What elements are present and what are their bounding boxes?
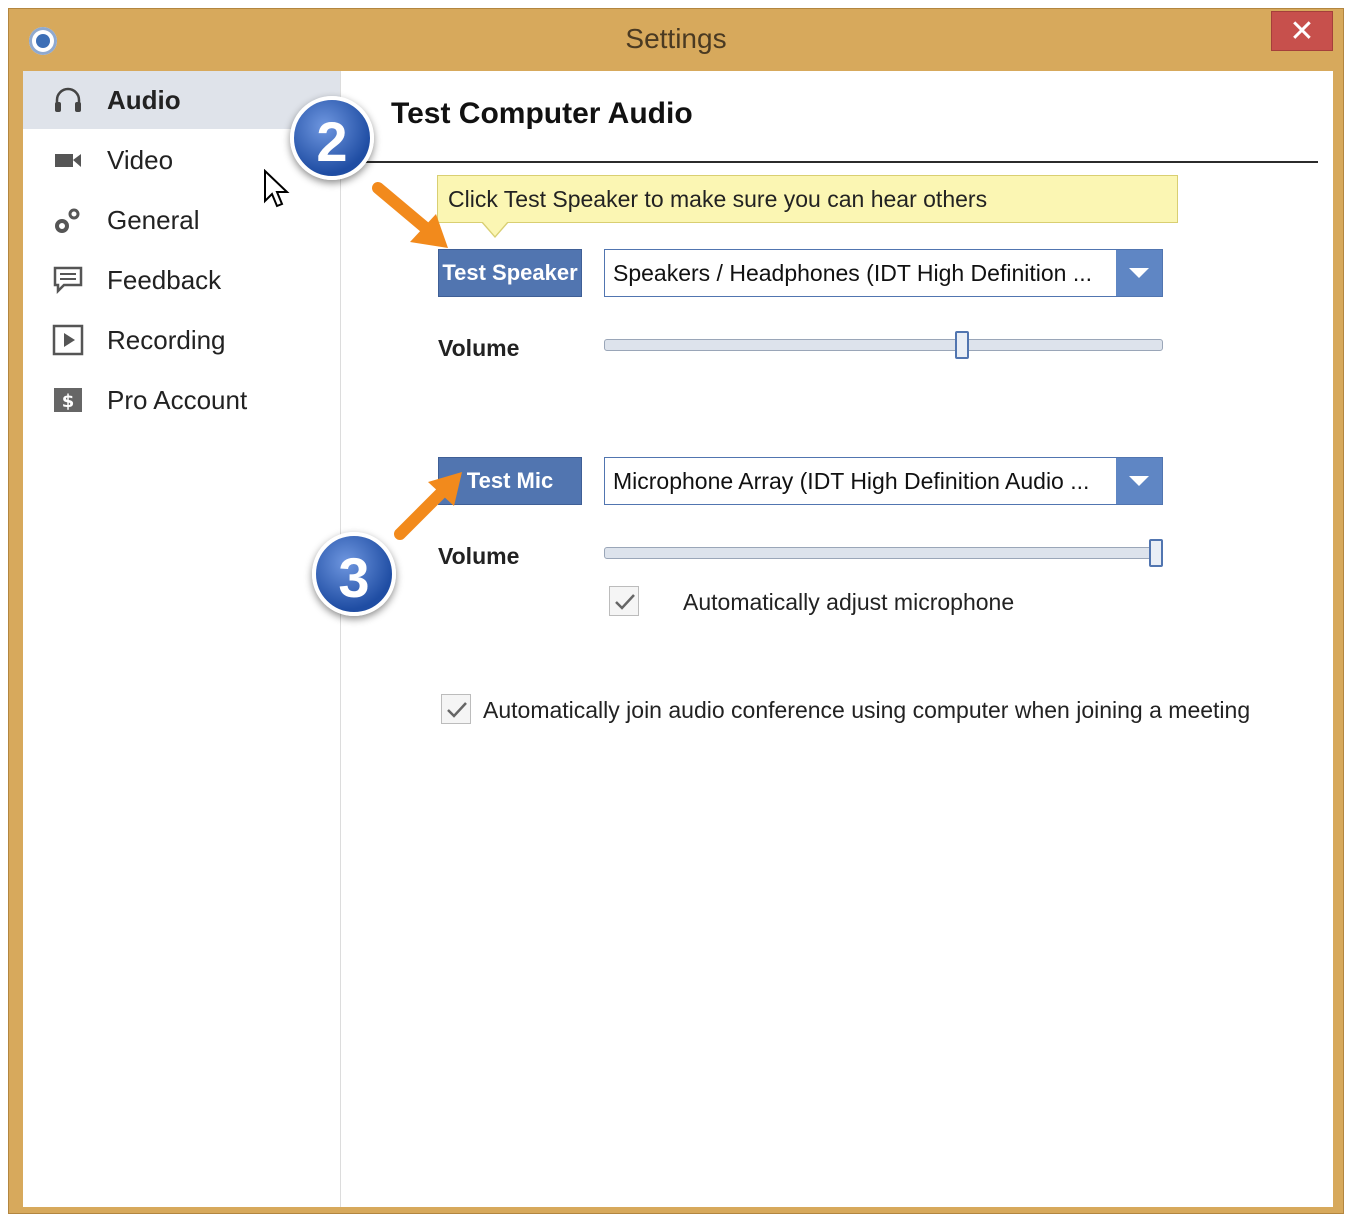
microphone-select-value: Microphone Array (IDT High Definition Au… bbox=[613, 468, 1090, 494]
main-panel: Test Computer Audio Click Test Speaker t… bbox=[341, 71, 1333, 1207]
camera-icon bbox=[51, 143, 85, 177]
tooltip-tail bbox=[481, 221, 509, 238]
sidebar-item-pro-account[interactable]: $ Pro Account bbox=[23, 371, 340, 429]
play-icon bbox=[51, 323, 85, 357]
sidebar-item-feedback[interactable]: Feedback bbox=[23, 251, 340, 309]
checkmark-icon bbox=[447, 702, 467, 718]
settings-window: Settings ✕ Audio Video General Feedback … bbox=[8, 8, 1344, 1214]
title-divider bbox=[341, 161, 1318, 163]
page-title: Test Computer Audio bbox=[391, 97, 693, 130]
headphones-icon bbox=[51, 83, 85, 117]
sidebar-item-audio[interactable]: Audio bbox=[23, 71, 340, 129]
slider-thumb[interactable] bbox=[1149, 539, 1163, 567]
client-area: Audio Video General Feedback Recording $… bbox=[23, 71, 1333, 1207]
speech-bubble-icon bbox=[51, 263, 85, 297]
slider-track[interactable] bbox=[604, 547, 1163, 559]
auto-join-audio-checkbox[interactable] bbox=[441, 694, 471, 724]
chevron-down-icon[interactable] bbox=[1116, 250, 1162, 296]
sidebar-item-label: Feedback bbox=[107, 265, 222, 295]
sidebar-item-label: Pro Account bbox=[107, 385, 248, 415]
dollar-icon: $ bbox=[51, 383, 85, 417]
sidebar-item-label: General bbox=[107, 205, 200, 235]
gears-icon bbox=[51, 203, 85, 237]
mouse-cursor-icon bbox=[264, 169, 290, 208]
tooltip: Click Test Speaker to make sure you can … bbox=[437, 175, 1178, 223]
title-bar[interactable]: Settings ✕ bbox=[9, 9, 1343, 71]
sidebar-item-label: Recording bbox=[107, 325, 226, 355]
speaker-select-value: Speakers / Headphones (IDT High Definiti… bbox=[613, 260, 1092, 286]
arrow-to-test-speaker-icon bbox=[372, 182, 448, 248]
arrow-to-test-mic-icon bbox=[394, 472, 462, 540]
chevron-down-icon[interactable] bbox=[1116, 458, 1162, 504]
checkmark-icon bbox=[615, 594, 635, 610]
auto-adjust-mic-checkbox[interactable] bbox=[609, 586, 639, 616]
mic-volume-label: Volume bbox=[438, 543, 520, 569]
slider-thumb[interactable] bbox=[954, 331, 969, 359]
sidebar-item-recording[interactable]: Recording bbox=[23, 311, 340, 369]
auto-adjust-mic-label: Automatically adjust microphone bbox=[683, 589, 1015, 615]
microphone-select[interactable]: Microphone Array (IDT High Definition Au… bbox=[604, 457, 1163, 505]
speaker-volume-label: Volume bbox=[438, 335, 520, 361]
speaker-select[interactable]: Speakers / Headphones (IDT High Definiti… bbox=[604, 249, 1163, 297]
mic-volume-slider[interactable] bbox=[604, 539, 1163, 567]
auto-join-audio-label: Automatically join audio conference usin… bbox=[483, 697, 1251, 723]
slider-track[interactable] bbox=[604, 339, 1163, 351]
svg-text:$: $ bbox=[62, 391, 75, 412]
speaker-volume-slider[interactable] bbox=[604, 331, 1163, 359]
sidebar-item-label: Audio bbox=[107, 85, 181, 115]
sidebar-item-label: Video bbox=[107, 145, 174, 175]
window-title: Settings bbox=[625, 23, 727, 54]
step-2-badge: 2 bbox=[290, 96, 374, 180]
close-button[interactable]: ✕ bbox=[1271, 11, 1333, 51]
step-3-badge: 3 bbox=[312, 532, 396, 616]
sidebar: Audio Video General Feedback Recording $… bbox=[23, 71, 341, 1207]
